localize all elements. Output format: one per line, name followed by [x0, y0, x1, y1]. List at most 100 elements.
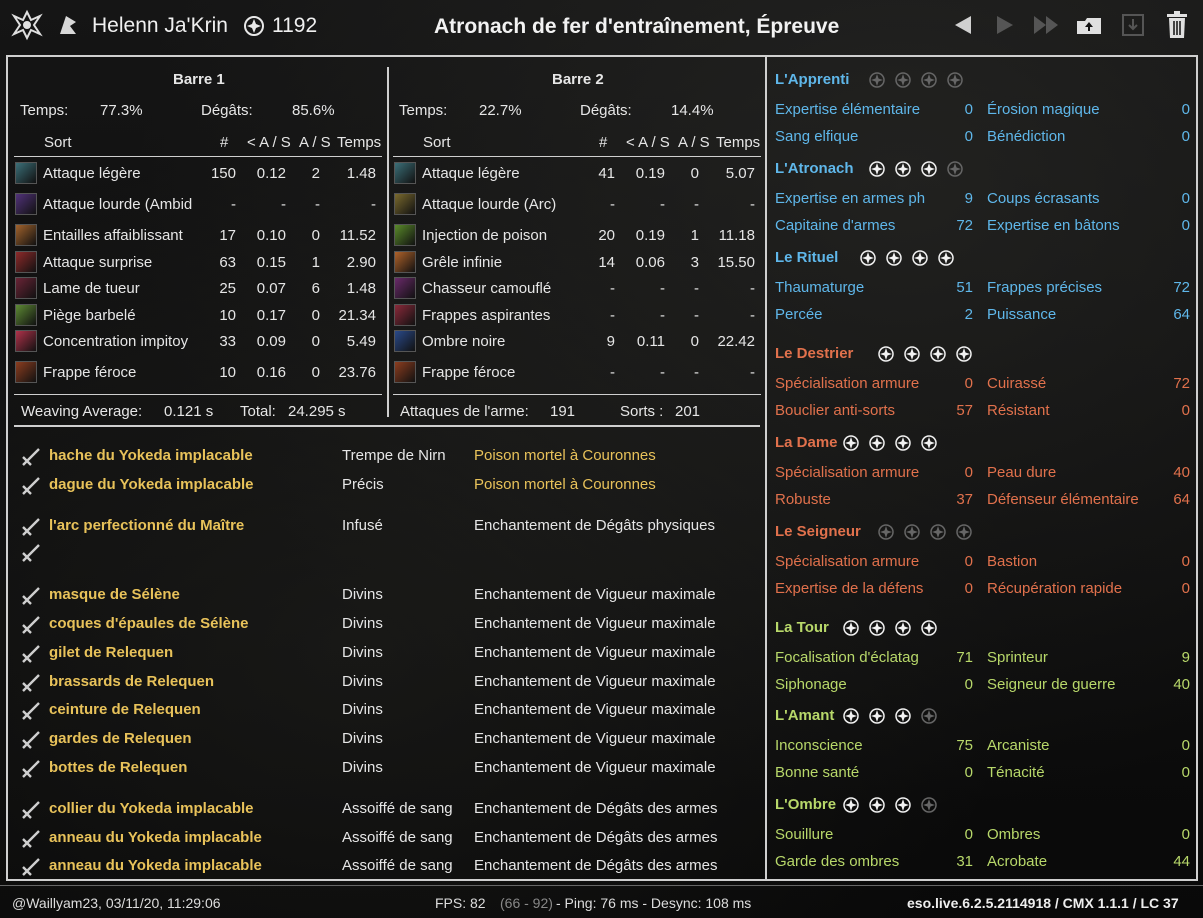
gear-trait: Divins: [342, 673, 383, 690]
gear-item-name[interactable]: ceinture de Relequen: [49, 701, 201, 718]
perk-name: Garde des ombres: [775, 853, 900, 870]
skip-button[interactable]: [1032, 10, 1062, 40]
star-filled-icon[interactable]: [921, 161, 937, 177]
gear-item-name[interactable]: l'arc perfectionné du Maître: [49, 517, 244, 534]
gear-item-name[interactable]: brassards de Relequen: [49, 673, 214, 690]
perk-name: Expertise élémentaire: [775, 101, 921, 118]
skill-as: -: [694, 307, 699, 324]
perk-value: 0: [1181, 402, 1190, 419]
skill-name: Piège barbelé: [43, 307, 136, 324]
star-empty-icon[interactable]: [895, 72, 911, 88]
star-filled-icon[interactable]: [843, 708, 859, 724]
star-filled-icon[interactable]: [895, 620, 911, 636]
star-empty-icon[interactable]: [869, 72, 885, 88]
star-empty-icon[interactable]: [877, 524, 894, 540]
perk-value: 0: [964, 676, 973, 693]
skill-lt-as: 0.17: [256, 307, 286, 324]
upload-button[interactable]: [1074, 10, 1104, 40]
gear-item-name[interactable]: collier du Yokeda implacable: [49, 800, 254, 817]
legs-icon: [20, 729, 42, 751]
perk-name: Résistant: [987, 402, 1050, 419]
star-filled-icon[interactable]: [921, 435, 937, 451]
prev-button[interactable]: [948, 10, 978, 40]
perk-name: Ténacité: [987, 764, 1045, 781]
skill-count: 33: [219, 333, 236, 350]
gear-item-name[interactable]: anneau du Yokeda implacable: [49, 829, 262, 846]
gear-item-name[interactable]: coques d'épaules de Sélène: [49, 615, 248, 632]
star-empty-icon[interactable]: [955, 524, 972, 540]
footer-version: eso.live.6.2.5.2114918 / CMX 1.1.1 / LC …: [907, 895, 1179, 911]
star-filled-icon[interactable]: [895, 708, 911, 724]
gear-item-name[interactable]: hache du Yokeda implacable: [49, 447, 253, 464]
time-value: 77.3%: [100, 102, 143, 119]
skill-count: -: [231, 196, 236, 213]
perk-value: 0: [964, 764, 973, 781]
footer-user: @Waillyam23, 03/11/20, 11:29:06: [12, 895, 221, 911]
footer-ping: - Ping: 76 ms - Desync: 108 ms: [556, 895, 752, 911]
skill-icon: [394, 193, 416, 215]
perk-value: 0: [1181, 128, 1190, 145]
perk-value: 0: [964, 101, 973, 118]
gear-item-name[interactable]: gardes de Relequen: [49, 730, 192, 747]
star-empty-icon[interactable]: [947, 161, 963, 177]
star-filled-icon[interactable]: [921, 620, 937, 636]
star-empty-icon[interactable]: [921, 72, 937, 88]
star-filled-icon[interactable]: [860, 250, 877, 266]
champion-point-icon: [244, 16, 264, 36]
star-filled-icon[interactable]: [877, 346, 894, 362]
star-filled-icon[interactable]: [895, 797, 911, 813]
perk-value: 0: [964, 375, 973, 392]
gear-item-name[interactable]: gilet de Relequen: [49, 644, 173, 661]
skill-lt-as: -: [660, 280, 665, 297]
skill-count: 41: [598, 165, 615, 182]
star-filled-icon[interactable]: [895, 161, 911, 177]
star-empty-icon[interactable]: [947, 72, 963, 88]
skill-count: 25: [219, 280, 236, 297]
skill-as: 2: [311, 165, 320, 182]
perk-name: Bénédiction: [987, 128, 1066, 145]
star-filled-icon[interactable]: [912, 250, 929, 266]
column-header: Sort: [44, 134, 72, 151]
star-filled-icon[interactable]: [843, 797, 859, 813]
skill-name: Grêle infinie: [422, 254, 503, 271]
star-filled-icon[interactable]: [843, 435, 859, 451]
skill-name: Attaque légère: [422, 165, 520, 182]
skill-time: 5.49: [346, 333, 376, 350]
gear-enchant: Enchantement de Vigueur maximale: [474, 644, 716, 661]
star-filled-icon[interactable]: [843, 620, 859, 636]
gear-item-name[interactable]: bottes de Relequen: [49, 759, 187, 776]
perk-value: 40: [1173, 676, 1190, 693]
gear-item-name[interactable]: masque de Sélène: [49, 586, 180, 603]
shoulder-icon: [20, 614, 42, 636]
star-filled-icon[interactable]: [869, 435, 885, 451]
star-filled-icon[interactable]: [955, 346, 972, 362]
perk-value: 72: [1173, 375, 1190, 392]
star-empty-icon[interactable]: [903, 524, 920, 540]
star-filled-icon[interactable]: [869, 797, 885, 813]
perk-name: Peau dure: [987, 464, 1057, 481]
star-filled-icon[interactable]: [938, 250, 955, 266]
star-empty-icon[interactable]: [921, 708, 937, 724]
skip-icon: [1034, 16, 1058, 34]
skill-time: 11.52: [339, 227, 376, 244]
gear-item-name[interactable]: anneau du Yokeda implacable: [49, 857, 262, 874]
axe-icon: [20, 446, 42, 468]
delete-button[interactable]: [1162, 10, 1192, 40]
skill-icon: [15, 277, 37, 299]
star-filled-icon[interactable]: [869, 708, 885, 724]
star-filled-icon[interactable]: [886, 250, 903, 266]
gear-item-name[interactable]: dague du Yokeda implacable: [49, 476, 254, 493]
star-empty-icon[interactable]: [921, 797, 937, 813]
star-empty-icon[interactable]: [929, 524, 946, 540]
star-filled-icon[interactable]: [869, 161, 885, 177]
perk-name: Puissance: [987, 306, 1057, 323]
export-button[interactable]: [1118, 10, 1148, 40]
star-filled-icon[interactable]: [895, 435, 911, 451]
star-filled-icon[interactable]: [929, 346, 946, 362]
next-button[interactable]: [990, 10, 1020, 40]
divider-bars: [387, 67, 389, 417]
star-filled-icon[interactable]: [869, 620, 885, 636]
chest-icon: [20, 643, 42, 665]
skill-time: 2.90: [346, 254, 376, 271]
star-filled-icon[interactable]: [903, 346, 920, 362]
